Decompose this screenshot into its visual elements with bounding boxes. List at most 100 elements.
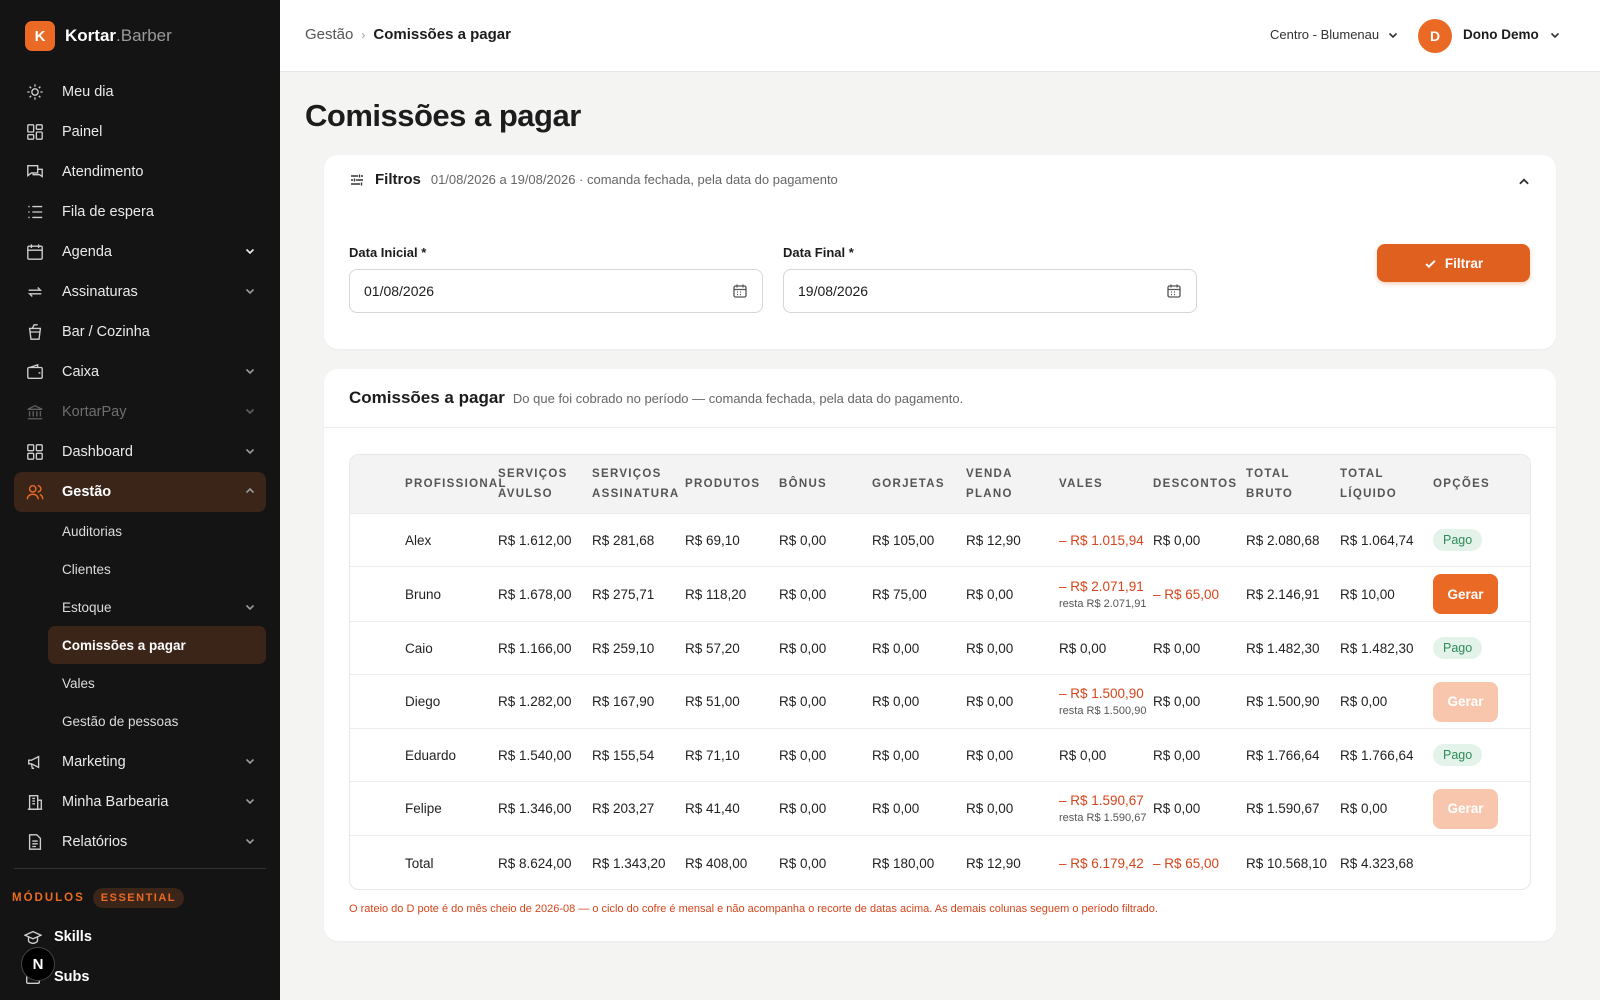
gerar-button[interactable]: Gerar <box>1433 574 1498 614</box>
cell-bruto-value: R$ 1.590,67 <box>1246 801 1320 816</box>
sidebar-item-assinaturas[interactable]: Assinaturas <box>14 272 266 312</box>
sidebar-item-kortarpay[interactable]: KortarPay <box>14 392 266 432</box>
sidebar-item-minha-barbearia[interactable]: Minha Barbearia <box>14 782 266 822</box>
location-selector[interactable]: Centro - Blumenau <box>1270 27 1399 42</box>
cup-icon <box>28 324 42 340</box>
sidebar-item-painel[interactable]: Painel <box>14 112 266 152</box>
cell-name-value: Total <box>405 856 434 871</box>
column-header: VENDA PLANO <box>966 468 1013 500</box>
avatar[interactable]: D <box>1418 19 1452 53</box>
column-header: PROFISSIONAL <box>405 478 507 490</box>
cell-produtos: R$ 57,20 <box>685 622 779 674</box>
sidebar-item-relatorios[interactable]: Relatórios <box>14 822 266 862</box>
cell-avulso: R$ 1.166,00 <box>498 622 592 674</box>
cell-plano: R$ 12,90 <box>966 836 1060 889</box>
cell-opcoes: Gerar <box>1433 782 1523 835</box>
end-date-label: Data Final * <box>783 245 854 260</box>
module-skills[interactable]: Skills <box>24 928 92 946</box>
dashboard-icon <box>27 444 43 460</box>
sidebar-item-caixa[interactable]: Caixa <box>14 352 266 392</box>
filters-header[interactable]: Filtros 01/08/2026 a 19/08/2026 · comand… <box>349 171 838 188</box>
table-row: Eduardo R$ 1.540,00 R$ 155,54 R$ 71,10 R$ 0,… <box>350 728 1530 781</box>
cell-bonus: R$ 0,00 <box>779 836 873 889</box>
sidebar-item-atendimento[interactable]: Atendimento <box>14 152 266 192</box>
user-menu[interactable]: Dono Demo <box>1463 27 1561 42</box>
subitem-label: Clientes <box>62 561 111 577</box>
column-header: BÔNUS <box>779 478 828 490</box>
wallet-icon <box>27 363 43 379</box>
cell-plano-value: R$ 0,00 <box>966 586 1014 602</box>
calendar-icon[interactable] <box>732 283 748 299</box>
users-icon <box>26 484 44 500</box>
column-header: SERVIÇOS AVULSO <box>498 468 568 500</box>
topbar: Gestão › Comissões a pagar Centro - Blum… <box>280 0 1600 72</box>
commissions-subtitle: Do que foi cobrado no período — comanda … <box>512 391 964 406</box>
chevron-down-icon <box>245 288 255 295</box>
start-date-field[interactable]: 01/08/2026 <box>349 269 763 313</box>
cell-gorjetas-value: R$ 105,00 <box>872 532 935 548</box>
sidebar-item-agenda[interactable]: Agenda <box>14 232 266 272</box>
cell-bonus: R$ 0,00 <box>779 782 873 835</box>
cell-name-value: Alex <box>405 532 432 548</box>
cell-assinatura: R$ 155,54 <box>592 729 687 781</box>
sidebar-item-bar-cozinha[interactable]: Bar / Cozinha <box>14 312 266 352</box>
user-name: Dono Demo <box>1463 27 1539 42</box>
cell-name-value: Caio <box>405 640 433 656</box>
cell-produtos-value: R$ 57,20 <box>685 640 740 656</box>
building-icon <box>27 795 43 810</box>
cell-bruto: R$ 1.590,67 <box>1246 782 1340 835</box>
breadcrumb-parent[interactable]: Gestão <box>305 26 353 43</box>
chat-icon <box>27 165 43 178</box>
repeat-icon <box>27 287 43 297</box>
cell-vales-value: R$ 0,00 <box>1059 747 1107 763</box>
cell-avulso: R$ 1.346,00 <box>498 782 592 835</box>
sidebar-subitem-comissoes[interactable]: Comissões a pagar <box>48 626 266 664</box>
cell-assinatura-value: R$ 281,68 <box>592 532 655 548</box>
cell-liquido: R$ 10,00 <box>1340 567 1434 621</box>
sidebar-item-label: KortarPay <box>62 404 127 420</box>
cell-assinatura-value: R$ 275,71 <box>592 586 655 602</box>
sidebar-subitem-vales[interactable]: Vales <box>14 664 266 702</box>
cell-liquido: R$ 0,00 <box>1340 782 1434 835</box>
start-date-value: 01/08/2026 <box>364 283 435 299</box>
cell-assinatura: R$ 203,27 <box>592 782 687 835</box>
cell-descontos: R$ 0,00 <box>1153 514 1247 566</box>
status-badge-pago: Pago <box>1433 637 1483 659</box>
cell-plano: R$ 12,90 <box>966 514 1060 566</box>
cell-name-value: Eduardo <box>405 747 457 763</box>
brand-logo[interactable]: K Kortar.Barber <box>25 21 172 51</box>
cell-assinatura-value: R$ 203,27 <box>592 801 655 816</box>
sidebar-item-dashboard[interactable]: Dashboard <box>14 432 266 472</box>
module-label: Skills <box>54 929 92 945</box>
column-header: GORJETAS <box>872 478 945 490</box>
sidebar-subitem-auditorias[interactable]: Auditorias <box>14 512 266 550</box>
cell-plano-value: R$ 0,00 <box>966 747 1014 763</box>
cell-gorjetas: R$ 75,00 <box>872 567 966 621</box>
dev-tools-badge[interactable]: N <box>21 947 55 981</box>
cell-bonus-value: R$ 0,00 <box>779 586 827 602</box>
cell-descontos-value: – R$ 65,00 <box>1153 586 1220 602</box>
cell-produtos: R$ 51,00 <box>685 675 779 728</box>
list-icon <box>28 205 43 219</box>
sidebar-item-marketing[interactable]: Marketing <box>14 742 266 782</box>
cell-assinatura-value: R$ 155,54 <box>592 747 655 763</box>
end-date-field[interactable]: 19/08/2026 <box>783 269 1197 313</box>
cell-bonus-value: R$ 0,00 <box>779 532 827 548</box>
cell-assinatura-value: R$ 167,90 <box>592 694 655 709</box>
sidebar-item-gestao[interactable]: Gestão <box>14 472 266 512</box>
cell-produtos: R$ 408,00 <box>685 836 779 889</box>
sidebar-item-meu-dia[interactable]: Meu dia <box>14 72 266 112</box>
sidebar-item-fila-de-espera[interactable]: Fila de espera <box>14 192 266 232</box>
cell-bonus: R$ 0,00 <box>779 675 873 728</box>
start-date-label: Data Inicial * <box>349 245 427 260</box>
sidebar-subitem-estoque[interactable]: Estoque <box>14 588 266 626</box>
sidebar-subitem-clientes[interactable]: Clientes <box>14 550 266 588</box>
sidebar-subitem-gestao-pessoas[interactable]: Gestão de pessoas <box>14 702 266 740</box>
cell-produtos-value: R$ 408,00 <box>685 856 748 871</box>
report-icon <box>28 834 42 850</box>
filter-button[interactable]: Filtrar <box>1377 244 1530 282</box>
calendar-icon[interactable] <box>1166 283 1182 299</box>
sidebar-divider <box>14 868 266 869</box>
chevron-up-icon[interactable] <box>1517 175 1531 189</box>
gerar-button: Gerar <box>1433 788 1498 829</box>
